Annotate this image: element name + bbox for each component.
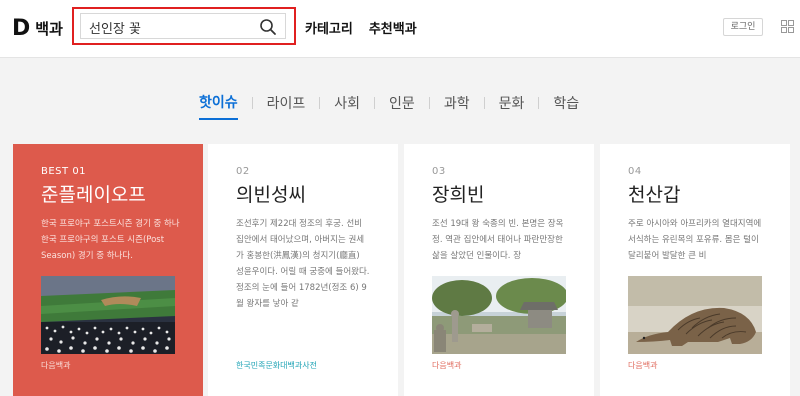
logo-text: 백과 <box>35 20 63 38</box>
card-title[interactable]: 천산갑 <box>628 180 680 207</box>
card-source[interactable]: 다음백과 <box>432 360 461 371</box>
logo[interactable]: D 백과 <box>12 16 63 41</box>
card-rank: BEST 01 <box>41 166 87 177</box>
tab-hot-issue[interactable]: 핫이슈 <box>199 92 238 120</box>
card-rank: 03 <box>432 166 446 177</box>
card-rank: 04 <box>628 166 642 177</box>
nav-recommended[interactable]: 추천백과 <box>369 18 417 37</box>
article-card[interactable]: 03 장희빈 조선 19대 왕 숙종의 빈. 본명은 장옥정. 역관 집안에서 … <box>404 144 594 396</box>
search-icon[interactable] <box>259 18 277 36</box>
nav-category[interactable]: 카테고리 <box>305 18 353 37</box>
login-button[interactable]: 로그인 <box>723 18 763 36</box>
search-input[interactable] <box>89 18 249 36</box>
category-tabs: 핫이슈 라이프 사회 인문 과학 문화 학습 <box>199 92 579 120</box>
header-bar: D 백과 카테고리 추천백과 로그인 <box>0 0 800 58</box>
article-card[interactable]: 04 천산갑 주로 아시아와 아프리카의 열대지역에 서식하는 유린목의 포유류… <box>600 144 790 396</box>
article-card[interactable]: 02 의빈성씨 조선후기 제22대 정조의 후궁. 선비 집안에서 태어났으며,… <box>208 144 398 396</box>
tab-society[interactable]: 사회 <box>334 93 360 119</box>
card-title[interactable]: 장희빈 <box>432 180 484 207</box>
royal-tomb-image[interactable] <box>432 276 566 354</box>
card-description: 조선후기 제22대 정조의 후궁. 선비 집안에서 태어났으며, 아버지는 권세… <box>236 219 370 309</box>
tab-divider <box>251 97 253 109</box>
tab-divider <box>319 97 321 109</box>
tab-life[interactable]: 라이프 <box>267 93 306 119</box>
card-description: 조선 19대 왕 숙종의 빈. 본명은 장옥정. 역관 집안에서 태어나 파란만… <box>432 219 564 261</box>
card-title[interactable]: 준플레이오프 <box>41 180 146 207</box>
baseball-stadium-image[interactable] <box>41 276 175 354</box>
tab-humanities[interactable]: 인문 <box>389 93 415 119</box>
logo-letter: D <box>12 16 30 41</box>
top-nav: 카테고리 추천백과 <box>305 18 433 37</box>
card-title[interactable]: 의빈성씨 <box>236 180 306 207</box>
tab-learning[interactable]: 학습 <box>553 93 579 119</box>
card-description: 주로 아시아와 아프리카의 열대지역에 서식하는 유린목의 포유류. 몸은 털이… <box>628 219 762 261</box>
pangolin-image[interactable] <box>628 276 762 354</box>
grid-menu-icon[interactable] <box>781 20 794 33</box>
card-rank: 02 <box>236 166 250 177</box>
tab-science[interactable]: 과학 <box>444 93 470 119</box>
card-source[interactable]: 다음백과 <box>41 360 70 371</box>
search-field <box>80 13 286 39</box>
tab-divider <box>483 97 485 109</box>
article-card[interactable]: BEST 01 준플레이오프 한국 프로야구 포스트시즌 경기 중 하나 한국 … <box>13 144 203 396</box>
search-highlight-box <box>72 7 296 45</box>
card-source[interactable]: 다음백과 <box>628 360 657 371</box>
tab-culture[interactable]: 문화 <box>499 93 525 119</box>
card-source[interactable]: 한국민족문화대백과사전 <box>236 360 317 371</box>
tab-divider <box>428 97 430 109</box>
tab-divider <box>374 97 376 109</box>
tab-divider <box>538 97 540 109</box>
